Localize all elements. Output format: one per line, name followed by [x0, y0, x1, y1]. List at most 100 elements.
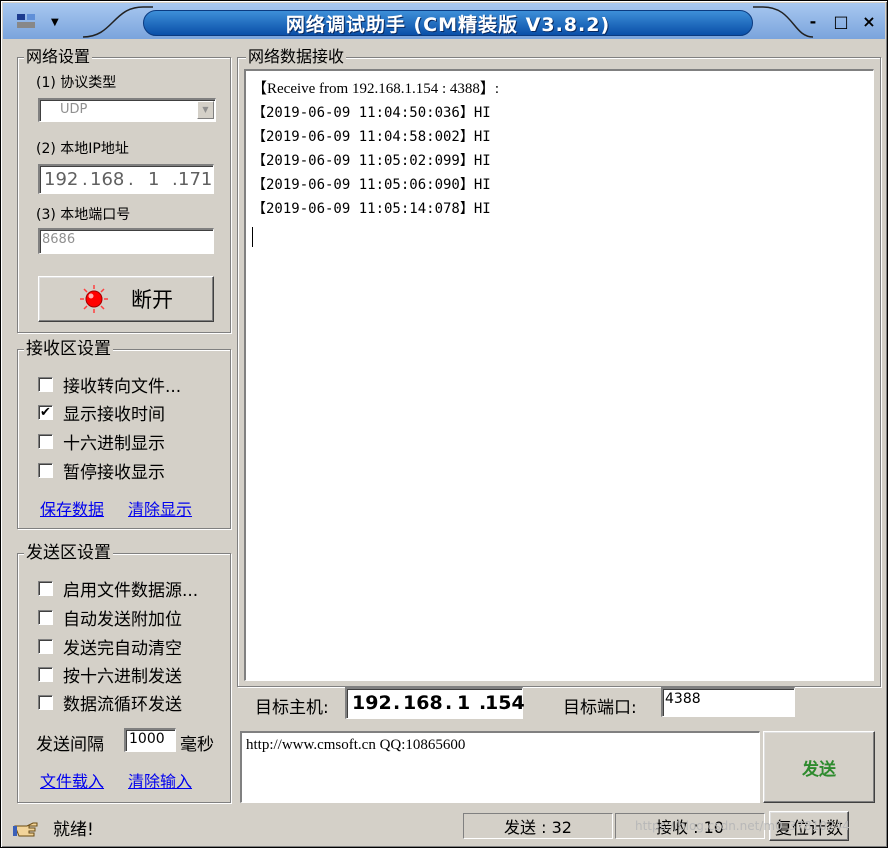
hex-send-option[interactable]: 按十六进制发送 [38, 662, 182, 687]
network-settings-group: 网络设置 (1) 协议类型 UDP ▼ (2) 本地IP地址 192 . 168… [17, 47, 231, 333]
clear-display-link[interactable]: 清除显示 [128, 496, 192, 520]
file-source-option[interactable]: 启用文件数据源... [38, 576, 198, 601]
send-interval-value: 1000 [129, 731, 165, 747]
recv-line: 【Receive from 192.168.1.154 : 4388】: [252, 81, 500, 97]
title-pill: 网络调试助手 (CM精装版 V3.8.2) [143, 10, 753, 36]
maximize-button[interactable]: □ [833, 12, 849, 31]
ip-octet: 1 [148, 169, 160, 190]
send-settings-title: 发送区设置 [24, 543, 113, 563]
host-octet: 1 [457, 692, 471, 714]
show-recv-time-option[interactable]: ✔ 显示接收时间 [38, 400, 165, 425]
ip-octet: 168 [90, 169, 125, 190]
ip-dot: . [128, 169, 134, 190]
led-red-icon [80, 285, 108, 313]
recv-line: 【2019-06-09 11:04:50:036】HI [252, 105, 491, 121]
protocol-value: UDP [60, 102, 88, 117]
local-ip-label: (2) 本地IP地址 [36, 141, 129, 157]
host-dot: . [393, 692, 401, 714]
save-data-link[interactable]: 保存数据 [40, 496, 104, 520]
protocol-select[interactable]: UDP ▼ [38, 98, 216, 122]
target-host-field[interactable]: 192 . 168 . 1 . 154 [345, 687, 525, 719]
file-source-checkbox[interactable] [38, 581, 53, 596]
pause-recv-option[interactable]: 暂停接收显示 [38, 458, 165, 483]
auto-clear-option[interactable]: 发送完自动清空 [38, 634, 182, 659]
recv-line: 【2019-06-09 11:05:14:078】HI [252, 201, 491, 217]
recv-line: 【2019-06-09 11:04:58:002】HI [252, 129, 491, 145]
pointing-hand-icon [13, 822, 38, 836]
recv-line: 【2019-06-09 11:05:06:090】HI [252, 177, 491, 193]
clear-input-link[interactable]: 清除输入 [128, 768, 192, 792]
recv-to-file-option[interactable]: 接收转向文件... [38, 372, 181, 397]
recv-to-file-label: 接收转向文件... [63, 377, 182, 397]
loop-send-checkbox[interactable] [38, 695, 53, 710]
target-host-label: 目标主机: [255, 698, 329, 718]
local-ip-field[interactable]: 192 . 168 . 1 . 171 [38, 164, 214, 194]
ip-dot: . [172, 169, 178, 190]
hex-display-checkbox[interactable] [38, 434, 53, 449]
send-text: http://www.cmsoft.cn QQ:10865600 [246, 737, 466, 753]
close-button[interactable]: × [861, 12, 877, 31]
load-file-link[interactable]: 文件载入 [40, 768, 104, 792]
hex-display-label: 十六进制显示 [63, 434, 165, 454]
show-recv-time-label: 显示接收时间 [63, 405, 165, 425]
ip-octet: 192 [44, 169, 79, 190]
auto-clear-checkbox[interactable] [38, 639, 53, 654]
network-settings-title: 网络设置 [24, 47, 93, 67]
send-button-label: 发送 [802, 759, 836, 780]
auto-append-label: 自动发送附加位 [63, 610, 182, 630]
host-dot: . [445, 692, 453, 714]
receive-textarea[interactable]: 【Receive from 192.168.1.154 : 4388】: 【20… [244, 69, 874, 681]
dropdown-arrow-icon: ▼ [51, 16, 59, 28]
recv-line: 【2019-06-09 11:05:02:099】HI [252, 153, 491, 169]
target-port-label: 目标端口: [563, 698, 637, 718]
receive-settings-group: 接收区设置 接收转向文件... ✔ 显示接收时间 十六进制显示 暂停接收显示 保… [17, 339, 231, 529]
sent-counter: 发送 : 32 [463, 813, 613, 839]
loop-send-label: 数据流循环发送 [63, 695, 182, 715]
app-icon [17, 14, 37, 30]
host-octet: 192 [352, 692, 392, 714]
ip-octet: 171 [178, 169, 213, 190]
app-window: ▼ 网络调试助手 (CM精装版 V3.8.2) - □ × 网络设置 (1) 协… [0, 0, 888, 848]
sent-counter-text: 发送 : 32 [504, 818, 572, 837]
disconnect-button[interactable]: 断开 [38, 276, 214, 322]
recv-to-file-checkbox[interactable] [38, 377, 53, 392]
system-menu[interactable]: ▼ [9, 9, 79, 35]
window-controls: - □ × [805, 12, 877, 31]
ip-dot: . [82, 169, 88, 190]
auto-clear-label: 发送完自动清空 [63, 639, 182, 659]
title-bar[interactable]: ▼ 网络调试助手 (CM精装版 V3.8.2) - □ × [3, 3, 885, 39]
text-caret [252, 227, 253, 247]
loop-send-option[interactable]: 数据流循环发送 [38, 690, 182, 715]
host-octet: 168 [403, 692, 443, 714]
pause-recv-checkbox[interactable] [38, 463, 53, 478]
chevron-down-icon[interactable]: ▼ [197, 101, 214, 119]
send-interval-field[interactable]: 1000 [124, 728, 176, 752]
host-octet: 154 [485, 692, 525, 714]
disconnect-label: 断开 [131, 288, 173, 312]
auto-append-option[interactable]: 自动发送附加位 [38, 605, 182, 630]
auto-append-checkbox[interactable] [38, 610, 53, 625]
send-textarea[interactable]: http://www.cmsoft.cn QQ:10865600 [240, 731, 760, 803]
receive-area-title: 网络数据接收 [246, 47, 347, 67]
send-button[interactable]: 发送 [763, 731, 875, 803]
status-text: 就绪! [53, 820, 94, 840]
title-wave-decoration-right [753, 6, 813, 38]
local-port-value: 8686 [42, 232, 76, 247]
target-port-value: 4388 [665, 691, 701, 707]
window-title: 网络调试助手 (CM精装版 V3.8.2) [285, 13, 611, 36]
minimize-button[interactable]: - [805, 12, 821, 31]
hex-display-option[interactable]: 十六进制显示 [38, 429, 165, 454]
send-settings-group: 发送区设置 启用文件数据源... 自动发送附加位 发送完自动清空 按十六进制发送… [17, 543, 231, 803]
hex-send-checkbox[interactable] [38, 667, 53, 682]
target-port-field[interactable]: 4388 [661, 687, 795, 717]
protocol-label: (1) 协议类型 [36, 75, 117, 91]
local-port-field[interactable]: 8686 [38, 228, 214, 254]
status-area: 就绪! [13, 815, 94, 840]
receive-settings-title: 接收区设置 [24, 339, 113, 359]
send-interval-unit: 毫秒 [180, 735, 214, 755]
watermark: https://blog.csdn.net/m0_37810244 [635, 819, 850, 833]
file-source-label: 启用文件数据源... [63, 581, 199, 601]
show-recv-time-checkbox[interactable]: ✔ [38, 405, 53, 420]
hex-send-label: 按十六进制发送 [63, 667, 182, 687]
pause-recv-label: 暂停接收显示 [63, 463, 165, 483]
